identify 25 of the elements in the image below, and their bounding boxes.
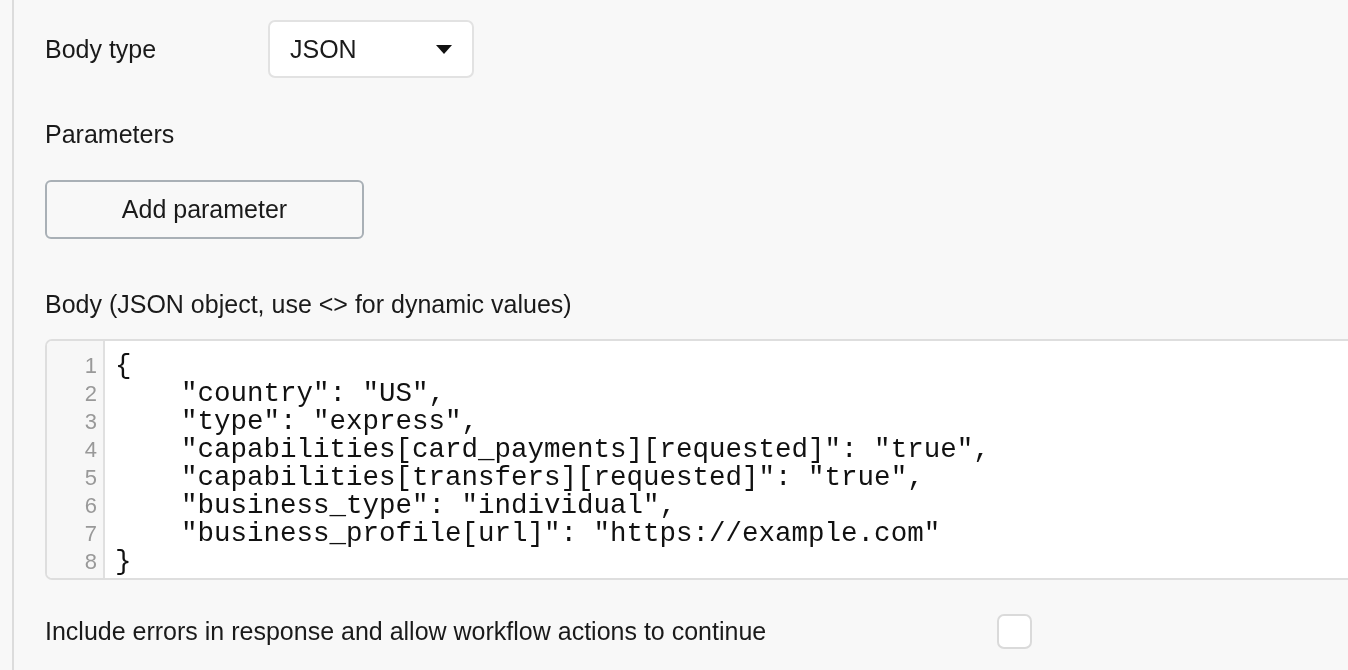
include-errors-label: Include errors in response and allow workflow actions to continue [45,617,768,646]
line-number: 4 [83,436,98,464]
add-parameter-button[interactable]: Add parameter [45,180,364,239]
line-number: 3 [83,408,98,436]
code-line: "type": "express", [180,406,479,437]
line-number: 1 [83,352,98,380]
parameters-label: Parameters [45,119,176,149]
code-editor[interactable] [45,339,1348,580]
line-number: 8 [83,548,98,576]
body-type-label: Body type [45,34,158,64]
code-line: { [115,350,132,381]
code-line: "capabilities[card_payments][requested]": "true", [180,434,990,465]
line-number: 5 [83,464,98,492]
code-line: "business_type": "individual", [180,490,677,521]
include-errors-checkbox[interactable] [997,614,1032,649]
line-number: 6 [83,492,98,520]
code-line: "country": "US", [180,378,446,409]
code-line: "business_profile[url]": "https://example.com" [180,518,941,549]
body-label: Body (JSON object, use <> for dynamic values) [45,289,573,319]
caret-icon [436,44,452,54]
code-line: "capabilities[transfers][requested]": "true", [180,462,924,493]
line-number: 2 [83,380,98,408]
code-line: } [115,546,132,577]
line-number: 7 [83,520,98,548]
body-type-dropdown[interactable]: JSON [268,20,474,78]
